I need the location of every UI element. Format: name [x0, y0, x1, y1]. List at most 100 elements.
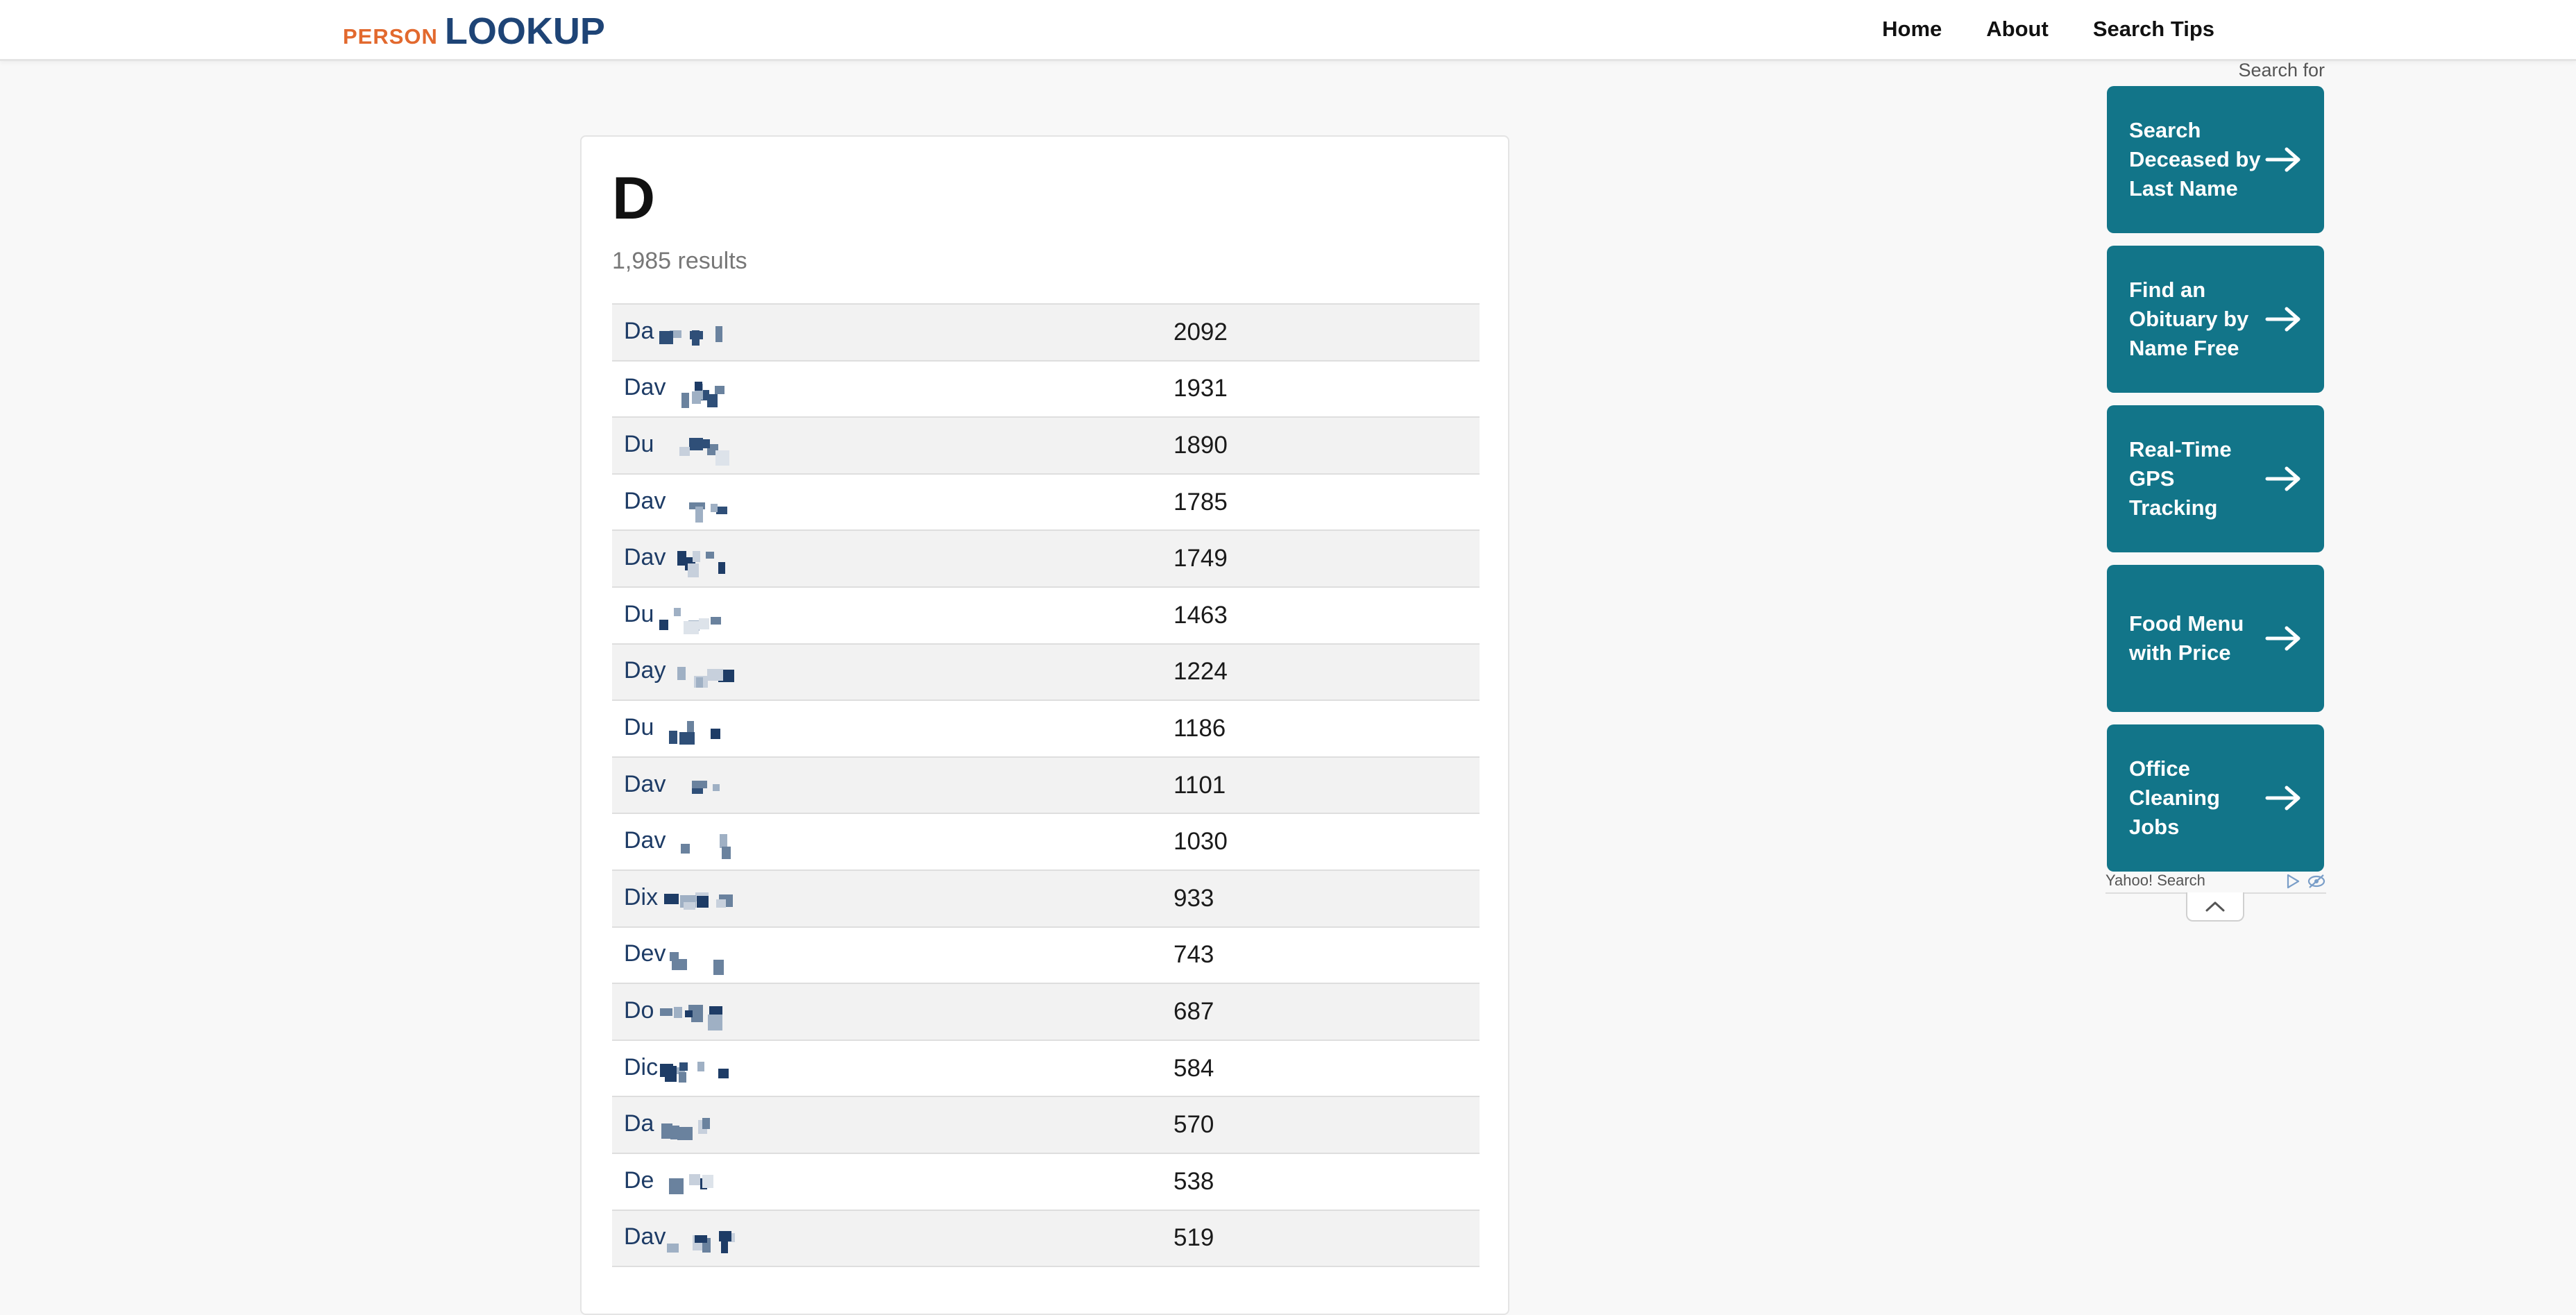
- surname-link[interactable]: Du: [624, 419, 793, 471]
- surname-link[interactable]: Dav: [624, 816, 805, 868]
- record-count: 1931: [1173, 375, 1228, 402]
- ad-tile-label: Food Menu with Price: [2129, 611, 2244, 665]
- table-row: Da 570: [612, 1097, 1480, 1154]
- redaction-pixel: [706, 552, 715, 559]
- table-row: De 538: [612, 1153, 1480, 1211]
- redacted-area: [658, 1042, 797, 1094]
- redacted-area: [666, 1212, 805, 1264]
- ad-tile-label: Find an Obituary by Name Free: [2129, 278, 2249, 360]
- table-row: Dev 743: [612, 927, 1480, 985]
- nav-home-link[interactable]: Home: [1882, 17, 1942, 42]
- redacted-area: [654, 589, 793, 641]
- arrow-right-icon: [2265, 307, 2300, 332]
- redaction-pixel: [691, 1012, 704, 1022]
- ad-tile-gps-tracking[interactable]: Real-Time GPS Tracking: [2107, 405, 2324, 552]
- redaction-pixel: [688, 563, 700, 578]
- surname-link[interactable]: Du: [624, 702, 793, 754]
- redaction-pixel: [669, 730, 678, 744]
- redaction-pixel: [669, 1178, 684, 1194]
- redaction-pixel: [684, 901, 696, 910]
- ad-tile-deceased-search[interactable]: Search Deceased by Last Name: [2107, 86, 2324, 233]
- redaction-pixel: [707, 669, 724, 681]
- ad-collapse-button[interactable]: [2186, 892, 2244, 922]
- redaction-pixel: [695, 506, 704, 523]
- redacted-area: [658, 872, 797, 924]
- surname-text: Du: [624, 430, 654, 457]
- surname-text: Dic: [624, 1053, 659, 1080]
- ad-choices-icon[interactable]: [2285, 873, 2301, 890]
- redaction-pixel: [713, 960, 724, 976]
- surname-link[interactable]: Dix: [624, 872, 797, 924]
- redaction-pixel: [699, 618, 710, 629]
- surname-text: Dav: [624, 544, 666, 571]
- surname-link[interactable]: Dav: [624, 1212, 805, 1264]
- redaction-pixel: [697, 895, 709, 908]
- surname-link[interactable]: Dav: [624, 476, 805, 528]
- surname-link[interactable]: Dav: [624, 533, 805, 585]
- redaction-pixel: [707, 394, 718, 408]
- record-count: 687: [1173, 997, 1214, 1025]
- redaction-pixel: [659, 330, 674, 344]
- site-logo[interactable]: PERSON LOOKUP: [343, 10, 605, 52]
- surname-text: Da: [624, 317, 654, 344]
- surname-link[interactable]: Dav: [624, 759, 805, 811]
- table-row: Do 687: [612, 984, 1480, 1041]
- nav-search-tips-link[interactable]: Search Tips: [2093, 17, 2214, 42]
- ad-search-for-label: Search for: [2238, 60, 2325, 80]
- table-row: Dav 1785: [612, 474, 1480, 532]
- results-count: 1,985 results: [612, 248, 747, 274]
- redaction-pixel: [711, 616, 722, 625]
- ad-tile-obituary-search[interactable]: Find an Obituary by Name Free: [2107, 246, 2324, 393]
- record-count: 519: [1173, 1224, 1214, 1252]
- surname-text: Dev: [624, 940, 666, 967]
- surname-link[interactable]: Da: [624, 306, 793, 358]
- redaction-pixel: [715, 450, 730, 466]
- redaction-pixel: [661, 1123, 673, 1139]
- surname-text: Day: [624, 657, 666, 684]
- ad-tile-cleaning-jobs[interactable]: Office Cleaning Jobs: [2107, 724, 2324, 872]
- ad-footer: Yahoo! Search: [2105, 872, 2326, 894]
- redaction-pixel: [670, 952, 679, 962]
- record-count: 1785: [1173, 488, 1228, 516]
- redaction-pixel: [708, 1014, 723, 1030]
- surname-link[interactable]: Du: [624, 589, 793, 641]
- table-row: Du 1463: [612, 587, 1480, 645]
- record-count: 1030: [1173, 828, 1228, 856]
- surname-link[interactable]: De: [624, 1155, 793, 1207]
- redaction-pixel: [679, 1062, 688, 1071]
- table-row: Dic 584: [612, 1040, 1480, 1098]
- redaction-pixel: [720, 834, 728, 849]
- surname-link[interactable]: Dic: [624, 1042, 797, 1094]
- redaction-pixel: [715, 386, 725, 395]
- ad-tile-food-menu[interactable]: Food Menu with Price: [2107, 565, 2324, 712]
- redaction-pixel: [681, 393, 690, 409]
- sponsored-search-panel: Search for Search Deceased by Last Name …: [2103, 60, 2326, 927]
- surname-text: Du: [624, 600, 654, 627]
- redacted-area: [654, 702, 793, 754]
- redaction-pixel: [702, 1118, 711, 1130]
- redaction-pixel: [693, 551, 701, 563]
- table-row: Dav 1931: [612, 361, 1480, 418]
- surname-link[interactable]: Day: [624, 646, 805, 698]
- surname-link[interactable]: Do: [624, 985, 793, 1037]
- site-header: PERSON LOOKUP Home About Search Tips: [0, 0, 2576, 61]
- hide-ad-icon[interactable]: [2307, 873, 2326, 890]
- redacted-area: [654, 1099, 793, 1151]
- nav-about-link[interactable]: About: [1986, 17, 2049, 42]
- redacted-area: [666, 759, 805, 811]
- surname-link[interactable]: Da: [624, 1099, 793, 1151]
- surname-link[interactable]: Dev: [624, 929, 805, 981]
- redacted-area: [666, 816, 805, 868]
- main-nav: Home About Search Tips: [1882, 0, 2214, 58]
- redaction-pixel: [713, 783, 720, 791]
- table-row: Dav 519: [612, 1210, 1480, 1268]
- ad-provider-label: Yahoo! Search: [2105, 872, 2205, 889]
- arrow-right-icon: [2265, 147, 2300, 172]
- redaction-pixel: [721, 1239, 729, 1254]
- redacted-area: [654, 1155, 793, 1207]
- table-row: Dix 933: [612, 870, 1480, 928]
- record-count: 538: [1173, 1167, 1214, 1195]
- redaction-pixel: [677, 667, 686, 681]
- surname-link[interactable]: Dav: [624, 363, 805, 415]
- redaction-pixel: [681, 844, 690, 854]
